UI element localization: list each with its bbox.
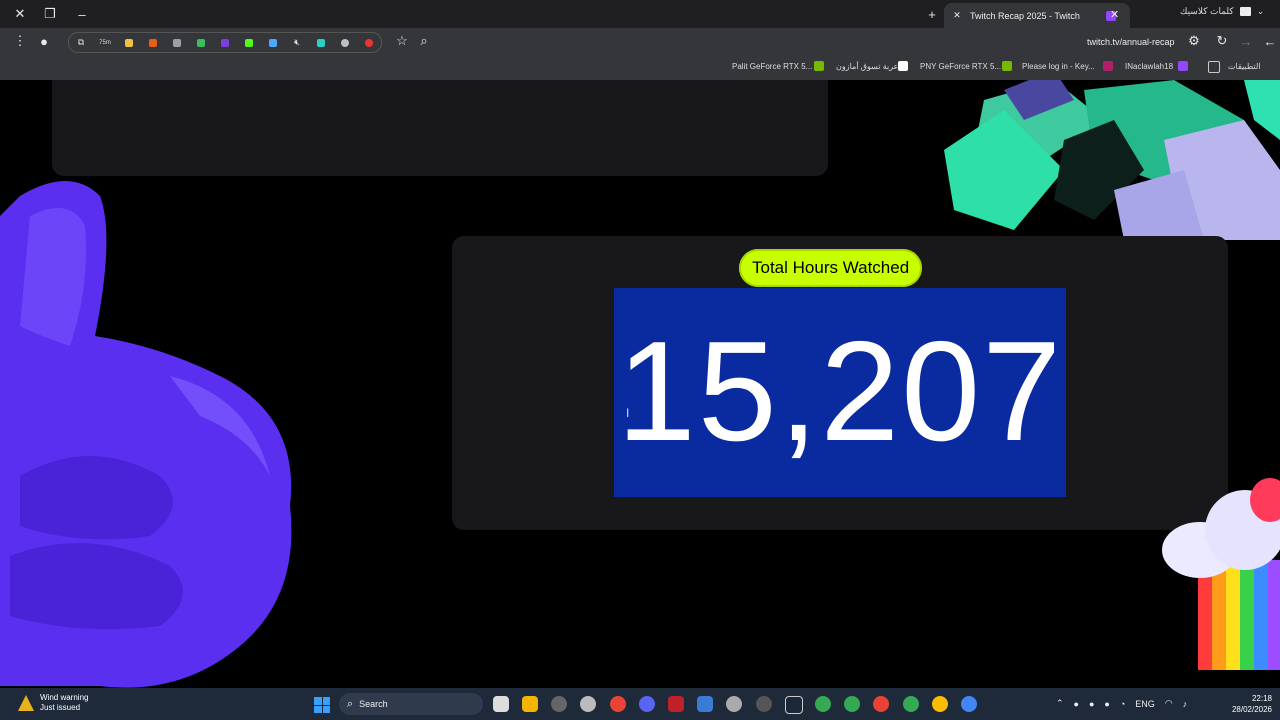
nvidia-icon: [1002, 61, 1012, 71]
windows-taskbar: Wind warning Just issued ⌕ Search ⌃ ● ● …: [0, 688, 1280, 720]
total-hours-label: Total Hours Watched: [739, 249, 923, 287]
bookmark-item[interactable]: Please log in - Key...: [1022, 62, 1095, 71]
weather-subtitle: Just issued: [40, 703, 81, 712]
timer-extension-icon[interactable]: 75m: [93, 33, 117, 52]
tab-other[interactable]: كلمات كلاسيك ⌄: [1180, 6, 1264, 17]
tab-title: Twitch Recap 2025 - Twitch: [970, 10, 1080, 21]
steam-icon[interactable]: [785, 696, 803, 714]
steam-icon[interactable]: [580, 696, 596, 712]
tab-favicon-icon: [1239, 7, 1251, 16]
clock[interactable]: 22:18 28/02/2026: [1228, 693, 1272, 715]
chrome-icon[interactable]: [610, 696, 626, 712]
app-icon[interactable]: [551, 696, 567, 712]
start-button[interactable]: [314, 697, 330, 713]
tray-app-icon[interactable]: ●: [1089, 699, 1094, 709]
recap-page: 180 Total Hours Watched 15,207 I: [0, 80, 1280, 688]
key-icon: [1103, 61, 1113, 71]
profile-icon[interactable]: ●: [34, 31, 54, 51]
extension-icon[interactable]: [117, 33, 141, 52]
system-tray: ⌃ ● ● ● ◔ ENG ◠ ♪: [1056, 698, 1187, 709]
app-icon[interactable]: [726, 696, 742, 712]
thumbs-up-graphic: [0, 181, 292, 688]
decorative-cubes-graphic: [944, 80, 1280, 240]
chrome-icon[interactable]: [815, 696, 831, 712]
address-bar[interactable]: twitch.tv/annual-recap: [1087, 37, 1175, 47]
new-tab-icon[interactable]: +: [922, 4, 942, 24]
apps-grid-icon: [1208, 61, 1220, 73]
total-hours-value[interactable]: 15,207: [614, 321, 1066, 463]
file-explorer-icon[interactable]: [522, 696, 538, 712]
chrome-icon[interactable]: [903, 696, 919, 712]
network-icon[interactable]: ◔: [1120, 699, 1125, 709]
extension-icon[interactable]: [165, 33, 189, 52]
extensions-icon[interactable]: ⧉: [69, 33, 93, 52]
weather-title: Wind warning: [40, 693, 89, 702]
extensions-group: ⧉ 75m 🔇︎: [68, 32, 382, 53]
chrome-icon[interactable]: [873, 696, 889, 712]
search-placeholder: Search: [359, 699, 388, 709]
taskbar-search[interactable]: ⌕ Search: [339, 693, 483, 715]
kick-extension-icon[interactable]: [237, 33, 261, 52]
tray-app-icon[interactable]: ●: [1074, 699, 1079, 709]
minimize-window-icon[interactable]: –: [72, 4, 92, 24]
close-window-icon[interactable]: ✕: [10, 4, 30, 24]
bookmarks-bar: Palit GeForce RTX 5... عربة تسوق أمازون …: [0, 54, 1280, 81]
kick-icon: [1178, 61, 1188, 71]
app-icon[interactable]: [756, 696, 772, 712]
amazon-icon: [898, 61, 908, 71]
bookmark-star-icon[interactable]: ☆: [392, 31, 412, 51]
volume-icon[interactable]: ♪: [1183, 699, 1188, 709]
extension-icon[interactable]: [333, 33, 357, 52]
forward-icon[interactable]: →: [1236, 31, 1256, 51]
discord-icon[interactable]: [639, 696, 655, 712]
tab-search-chevron-icon[interactable]: ⌄: [1257, 6, 1265, 17]
chrome-icon[interactable]: [932, 696, 948, 712]
extension-icon[interactable]: [261, 33, 285, 52]
wifi-icon[interactable]: ◠: [1165, 698, 1173, 709]
weather-widget[interactable]: Wind warning Just issued: [18, 693, 88, 713]
previous-stat-number-partial: 180: [340, 80, 555, 96]
bookmark-item[interactable]: INaclawlah18: [1125, 62, 1173, 71]
site-settings-icon[interactable]: ⚙: [1184, 31, 1204, 51]
extension-icon[interactable]: [141, 33, 165, 52]
extension-icon[interactable]: [309, 33, 333, 52]
language-indicator[interactable]: ENG: [1135, 699, 1155, 709]
app-icon[interactable]: [668, 696, 684, 712]
chevron-up-icon[interactable]: ⌃: [1056, 698, 1064, 709]
text-cursor-icon: I: [626, 406, 630, 420]
tab-title: كلمات كلاسيك: [1180, 6, 1234, 16]
chrome-icon[interactable]: [961, 696, 977, 712]
mute-tab-icon[interactable]: 🔇︎: [285, 33, 309, 52]
reload-icon[interactable]: ↻: [1212, 31, 1232, 51]
extension-icon[interactable]: [189, 33, 213, 52]
search-icon: ⌕: [347, 697, 354, 710]
bookmark-item[interactable]: عربة تسوق أمازون: [836, 62, 898, 71]
back-icon[interactable]: ←: [1260, 31, 1280, 51]
close-tab-icon[interactable]: ✕: [950, 10, 964, 21]
browser-title-bar: ✕ ❐ – + ✕ Twitch Recap 2025 - Twitch ✕ ك…: [0, 0, 1280, 28]
bookmark-item[interactable]: Palit GeForce RTX 5...: [732, 62, 812, 71]
app-icon[interactable]: [697, 696, 713, 712]
zoom-icon[interactable]: ⌕: [414, 31, 434, 51]
close-tab-icon[interactable]: ✕: [1110, 8, 1119, 21]
warning-icon: [18, 695, 34, 711]
chrome-icon[interactable]: [844, 696, 860, 712]
restore-window-icon[interactable]: ❐: [40, 4, 60, 24]
extension-icon[interactable]: [357, 33, 381, 52]
bookmark-item[interactable]: التطبيقات: [1228, 62, 1260, 71]
menu-dots-icon[interactable]: ⋮: [10, 31, 30, 51]
nvidia-icon: [814, 61, 824, 71]
clock-time: 22:18: [1251, 694, 1272, 703]
bookmark-item[interactable]: PNY GeForce RTX 5...: [920, 62, 1001, 71]
task-view-icon[interactable]: [493, 696, 509, 712]
rainbow-cloud-graphic: [1162, 478, 1280, 670]
clock-date: 28/02/2026: [1231, 705, 1272, 714]
extension-icon[interactable]: [213, 33, 237, 52]
tab-twitch-recap[interactable]: ✕ Twitch Recap 2025 - Twitch ✕: [944, 3, 1130, 28]
microphone-icon[interactable]: ●: [1104, 699, 1109, 709]
